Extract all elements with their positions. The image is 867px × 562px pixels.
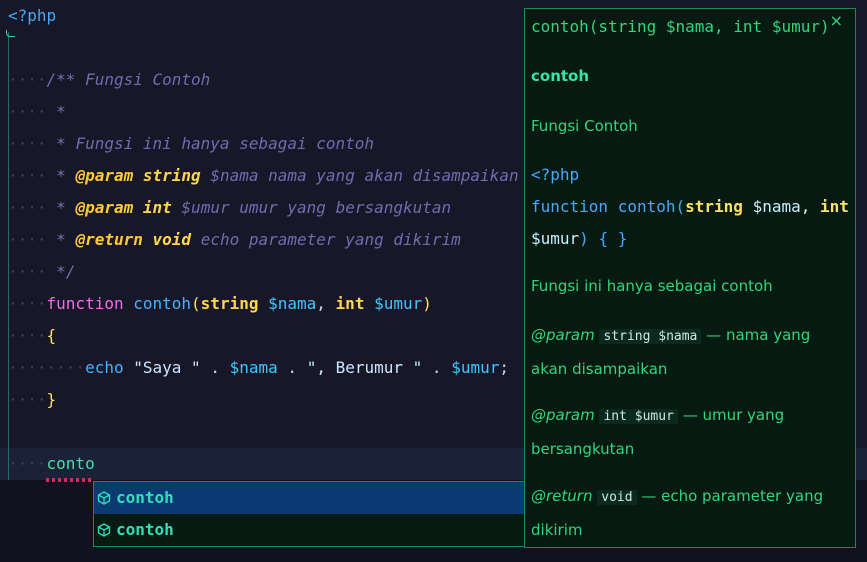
doc-function-name: contoh: [531, 67, 590, 85]
code-line-12: ····{: [8, 326, 57, 345]
code-line-14: ····}: [8, 390, 57, 409]
doc-return: @return void — echo parameter yang dikir…: [531, 487, 824, 539]
code-line-10: ···· */: [8, 262, 76, 281]
suggestion-label: contoh: [116, 520, 174, 539]
suggestion-label: contoh: [116, 488, 174, 507]
cube-icon: [97, 491, 111, 505]
code-line-9: ···· * @return void echo parameter yang …: [8, 230, 461, 249]
code-line-4: ····/** Fungsi Contoh: [8, 70, 211, 89]
documentation-popup[interactable]: contoh(string $nama, int $umur) × contoh…: [524, 8, 856, 548]
close-icon[interactable]: ×: [830, 11, 843, 30]
code-line-11: ····function contoh(string $nama, int $u…: [8, 294, 432, 313]
code-line-1: <?php: [8, 6, 57, 25]
cube-icon: [97, 523, 111, 537]
code-line-6: ···· * Fungsi ini hanya sebagai contoh: [8, 134, 375, 153]
error-squiggle: [46, 478, 92, 482]
suggestion-item[interactable]: contoh: [94, 482, 524, 514]
doc-code-php: <?php: [531, 165, 580, 184]
code-line-7: ···· * @param string $nama nama yang aka…: [8, 166, 519, 185]
doc-param: @param string $nama — nama yang akan dis…: [531, 326, 811, 378]
autocomplete-list[interactable]: contoh contoh: [93, 481, 525, 547]
doc-description: Fungsi ini hanya sebagai contoh: [531, 277, 773, 295]
doc-signature: contoh(string $nama, int $umur): [531, 17, 830, 36]
doc-summary: Fungsi Contoh: [531, 117, 638, 135]
suggestion-item[interactable]: contoh: [94, 514, 524, 546]
doc-code-signature: function contoh(string $nama, int: [531, 197, 849, 216]
doc-param: @param int $umur — umur yang bersangkuta…: [531, 406, 785, 458]
code-line-8: ···· * @param int $umur umur yang bersan…: [8, 198, 452, 217]
code-line-current[interactable]: ····conto: [8, 448, 95, 480]
doc-code-signature-cont: $umur) { }: [531, 229, 628, 248]
code-line-13: ········echo "Saya " . $nama . ", Berumu…: [8, 358, 510, 377]
code-line-5: ···· *: [8, 102, 66, 121]
